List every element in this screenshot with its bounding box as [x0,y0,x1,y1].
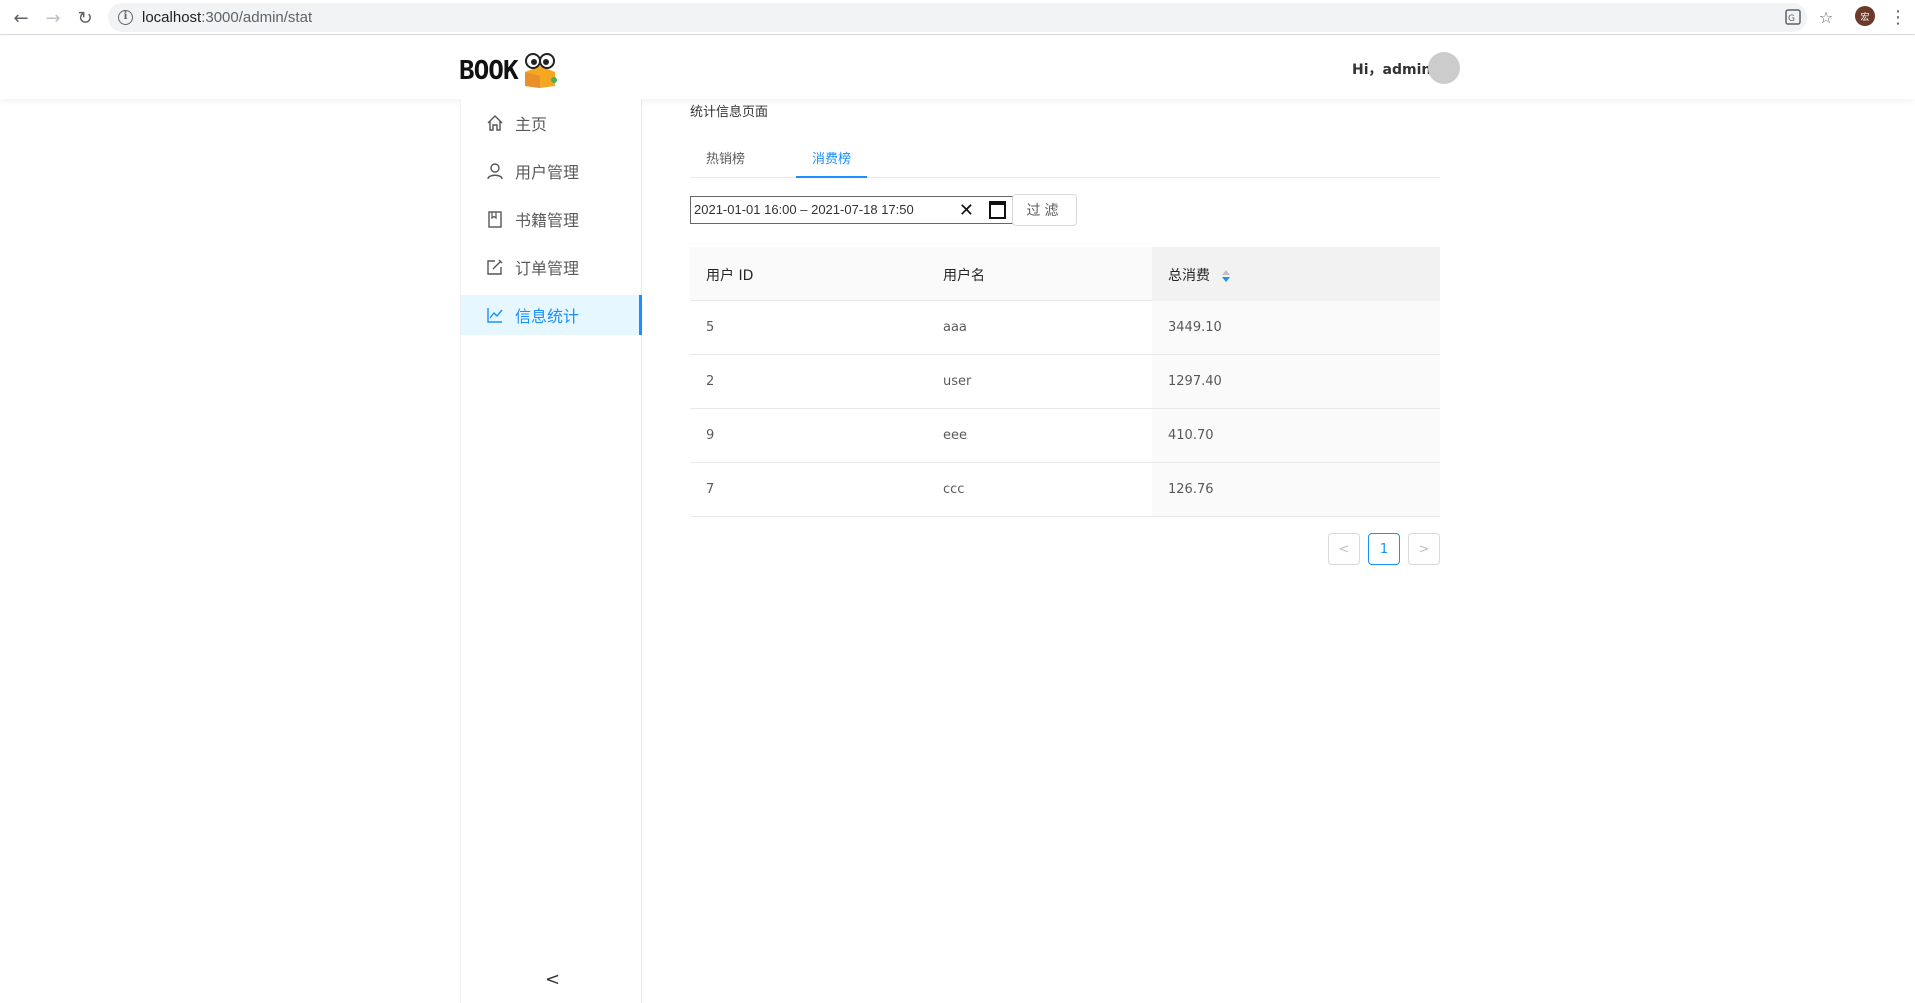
cell-user-id: 9 [706,428,715,443]
url-path: :3000/admin/stat [201,9,313,26]
logo[interactable]: BOOK [459,52,559,88]
date-range-picker[interactable]: 2021-01-01 16:00 – 2021-07-18 17:50 ✕ [690,196,1013,224]
browser-toolbar: ← → ↻ i localhost:3000/admin/stat G ☆ 宏 … [0,0,1915,35]
cell-total: 410.70 [1168,428,1214,443]
line-chart-icon [485,305,505,325]
edit-icon [485,257,505,277]
svg-text:G: G [1788,14,1795,24]
reload-icon[interactable]: ↻ [72,5,98,31]
sidebar: 主页 用户管理 书籍管理 订单管理 信息统计 < [460,99,642,1003]
sidebar-item-home[interactable]: 主页 [461,103,642,143]
table-row[interactable]: 7 ccc 126.76 [690,463,1440,517]
book-icon [485,209,505,229]
app-header: BOOK Hi，admin [0,36,1915,99]
back-icon[interactable]: ← [8,5,34,31]
sidebar-item-books[interactable]: 书籍管理 [461,199,642,239]
tab-bar: 热销榜 消费榜 [690,138,1440,178]
greeting-text: Hi，admin [1352,62,1432,78]
url-text: localhost:3000/admin/stat [142,9,312,26]
more-menu-icon[interactable]: ⋮ [1887,6,1909,28]
logo-text: BOOK [459,56,519,86]
column-header-username: 用户名 [943,268,985,284]
sidebar-item-label: 订单管理 [515,259,580,278]
calendar-icon[interactable] [989,201,1006,219]
user-icon [485,161,505,181]
sidebar-item-label: 信息统计 [515,307,580,326]
tab-consumption[interactable]: 消费榜 [796,138,868,178]
sidebar-item-users[interactable]: 用户管理 [461,151,642,191]
sidebar-item-orders[interactable]: 订单管理 [461,247,642,287]
page-1-button[interactable]: 1 [1368,533,1400,565]
clear-icon[interactable]: ✕ [959,200,974,221]
cell-user-id: 2 [706,374,715,389]
home-icon [485,113,505,133]
column-header-user-id: 用户 ID [706,268,754,284]
date-range-value: 2021-01-01 16:00 – 2021-07-18 17:50 [694,202,914,217]
sidebar-item-label: 主页 [515,115,548,134]
collapse-sidebar-button[interactable]: < [545,969,560,990]
table-row[interactable]: 9 eee 410.70 [690,409,1440,463]
sidebar-item-label: 书籍管理 [515,211,580,230]
translate-icon[interactable]: G [1782,6,1804,28]
prev-page-button[interactable]: < [1328,533,1360,565]
sidebar-item-label: 用户管理 [515,163,580,182]
table-row[interactable]: 5 aaa 3449.10 [690,301,1440,355]
profile-avatar-icon[interactable]: 宏 [1855,6,1875,26]
forward-icon[interactable]: → [40,5,66,31]
filter-button[interactable]: 过滤 [1012,194,1077,226]
url-host: localhost [142,9,202,26]
consumption-table: 用户 ID 用户名 总消费 5 aaa 3449.10 2 user 1297.… [690,247,1440,517]
cell-username: user [943,374,972,389]
column-header-total[interactable]: 总消费 [1168,265,1231,285]
cell-user-id: 5 [706,320,715,335]
user-avatar[interactable] [1428,52,1460,84]
bookmark-star-icon[interactable]: ☆ [1815,6,1837,28]
tab-hot-sales[interactable]: 热销榜 [690,138,761,178]
cell-total: 1297.40 [1168,374,1222,389]
sidebar-item-statistics[interactable]: 信息统计 [461,295,642,335]
cell-user-id: 7 [706,482,715,497]
cell-username: ccc [943,482,965,497]
address-bar[interactable]: i localhost:3000/admin/stat [108,3,1807,32]
sort-icon[interactable] [1222,270,1231,282]
column-header-total-label: 总消费 [1168,268,1210,284]
table-row[interactable]: 2 user 1297.40 [690,355,1440,409]
cell-total: 126.76 [1168,482,1214,497]
mascot-icon [525,53,557,88]
next-page-button[interactable]: > [1408,533,1440,565]
page-title: 统计信息页面 [690,105,769,120]
cell-total: 3449.10 [1168,320,1222,335]
table-header: 用户 ID 用户名 总消费 [690,247,1440,301]
cell-username: aaa [943,320,967,335]
cell-username: eee [943,428,967,443]
info-icon[interactable]: i [118,10,133,25]
